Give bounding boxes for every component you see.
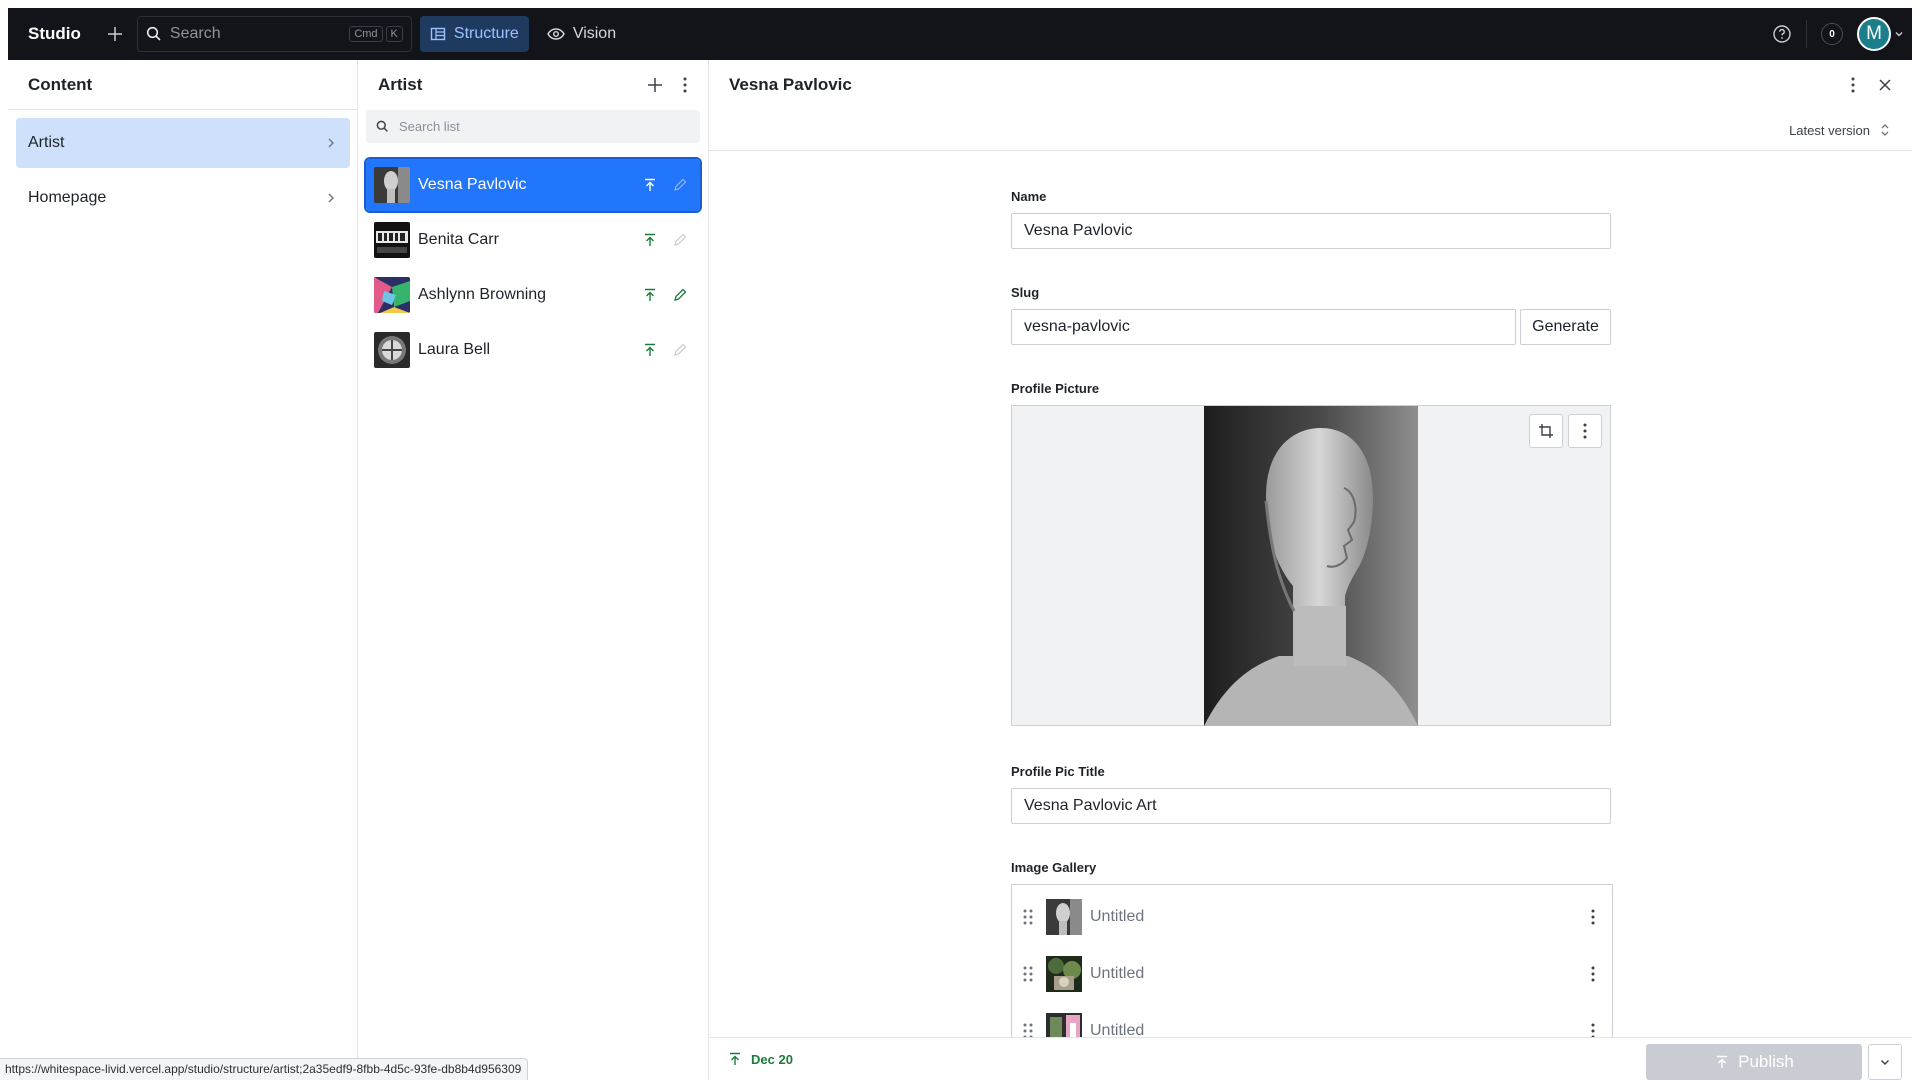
profile-picture-label: Profile Picture [1011, 381, 1100, 396]
document-row-vesna-pavlovic[interactable]: Vesna Pavlovic [364, 157, 702, 213]
gallery-item[interactable]: Untitled [1012, 948, 1612, 1000]
topbar-right: 0 M [1772, 17, 1904, 51]
content-pane-title: Content [8, 60, 357, 110]
chevron-up-down-icon [1880, 122, 1890, 138]
shortcut-cmd: Cmd [349, 26, 383, 42]
more-menu-icon[interactable] [682, 76, 688, 94]
drag-handle-icon[interactable] [1022, 908, 1034, 926]
edit-status-icon [672, 342, 688, 358]
document-thumbnail [374, 277, 410, 313]
divider [1806, 20, 1807, 48]
user-avatar[interactable]: M [1857, 17, 1891, 51]
shortcut-key: K [385, 26, 403, 42]
artist-list-pane: Artist Search list Vesna Pavlovic Benita… [358, 60, 709, 1080]
nav-item-label: Artist [28, 134, 65, 151]
edit-status-icon [672, 287, 688, 303]
drag-handle-icon[interactable] [1022, 965, 1034, 983]
help-icon[interactable] [1772, 24, 1792, 44]
gallery-thumbnail [1046, 956, 1082, 992]
gallery-item-title: Untitled [1090, 965, 1145, 982]
published-icon [727, 1051, 743, 1067]
structure-icon [430, 26, 446, 42]
chevron-right-icon [324, 136, 338, 150]
image-more-menu-icon[interactable] [1568, 414, 1602, 448]
tool-structure-label: Structure [453, 25, 519, 42]
publish-icon [1714, 1054, 1730, 1070]
document-title: Ashlynn Browning [418, 286, 547, 303]
document-row-ashlynn-browning[interactable]: Ashlynn Browning [366, 269, 700, 321]
studio-brand[interactable]: Studio [28, 24, 81, 44]
content-pane: Content Artist Homepage [8, 60, 358, 1080]
profile-picture-image [1204, 406, 1418, 726]
publish-button[interactable]: Publish [1646, 1044, 1862, 1080]
document-footer: Dec 20 Publish [709, 1037, 1912, 1080]
slug-field-label: Slug [1011, 285, 1040, 300]
document-title: Benita Carr [418, 231, 499, 248]
search-icon [376, 120, 389, 133]
slug-input[interactable]: vesna-pavlovic [1011, 309, 1516, 345]
document-row-laura-bell[interactable]: Laura Bell [366, 324, 700, 376]
gallery-item-title: Untitled [1090, 908, 1145, 925]
link-status-url: https://whitespace-livid.vercel.app/stud… [0, 1058, 529, 1080]
version-label: Latest version [1789, 122, 1870, 138]
top-navbar: Studio Search Cmd K Structure Vision 0 M [8, 8, 1912, 60]
publish-label: Publish [1738, 1052, 1794, 1071]
notification-badge[interactable]: 0 [1821, 23, 1843, 45]
chevron-right-icon [324, 191, 338, 205]
name-field-label: Name [1011, 189, 1047, 204]
tool-vision-label: Vision [572, 25, 617, 42]
profile-pic-title-label: Profile Pic Title [1011, 764, 1105, 779]
name-input[interactable]: Vesna Pavlovic [1011, 213, 1611, 249]
document-row-benita-carr[interactable]: Benita Carr [366, 214, 700, 266]
chevron-down-icon [1879, 1056, 1891, 1068]
edit-status-icon [672, 177, 688, 193]
document-thumbnail [374, 167, 410, 203]
gallery-item[interactable]: Untitled [1012, 891, 1612, 943]
artist-pane-header: Artist [358, 60, 708, 110]
chevron-down-icon[interactable] [1894, 29, 1904, 39]
document-title: Vesna Pavlovic [729, 75, 852, 94]
tool-structure[interactable]: Structure [419, 16, 529, 52]
document-editor-pane: Vesna Pavlovic Latest version Name Vesna… [709, 60, 1912, 1080]
list-search-input[interactable]: Search list [366, 110, 700, 143]
more-menu-icon[interactable] [1590, 965, 1596, 983]
search-icon [146, 26, 162, 42]
published-status-icon [642, 342, 658, 358]
list-search-placeholder: Search list [399, 119, 460, 134]
tool-vision[interactable]: Vision [537, 16, 626, 52]
published-date[interactable]: Dec 20 [751, 1052, 793, 1067]
artist-pane-title: Artist [378, 75, 423, 94]
gallery-thumbnail [1046, 899, 1082, 935]
nav-item-label: Homepage [28, 189, 107, 206]
more-menu-icon[interactable] [1850, 76, 1856, 94]
document-title: Laura Bell [418, 341, 491, 358]
generate-slug-button[interactable]: Generate [1520, 309, 1611, 345]
eye-icon [547, 27, 565, 41]
image-gallery-list: Untitled Untitled Untitled [1011, 884, 1613, 1048]
crop-icon[interactable] [1529, 414, 1563, 448]
document-thumbnail [374, 222, 410, 258]
published-status-icon [642, 177, 658, 193]
global-search-input[interactable]: Search Cmd K [136, 16, 412, 52]
more-menu-icon[interactable] [1590, 908, 1596, 926]
nav-item-homepage[interactable]: Homepage [16, 173, 350, 223]
version-selector[interactable]: Latest version [709, 110, 1912, 151]
edit-status-icon [672, 232, 688, 248]
nav-item-artist[interactable]: Artist [16, 118, 350, 168]
document-header: Vesna Pavlovic [709, 60, 1912, 110]
create-document-icon[interactable] [646, 76, 664, 94]
profile-pic-title-input[interactable]: Vesna Pavlovic Art [1011, 788, 1611, 824]
published-status-icon [642, 232, 658, 248]
published-status-icon [642, 287, 658, 303]
document-thumbnail [374, 332, 410, 368]
publish-options-button[interactable] [1868, 1044, 1902, 1080]
create-new-icon[interactable] [103, 22, 127, 46]
document-title: Vesna Pavlovic [418, 176, 527, 193]
close-icon[interactable] [1878, 78, 1892, 92]
image-gallery-label: Image Gallery [1011, 860, 1097, 875]
profile-picture-field[interactable] [1011, 405, 1611, 726]
search-placeholder: Search [169, 25, 221, 42]
